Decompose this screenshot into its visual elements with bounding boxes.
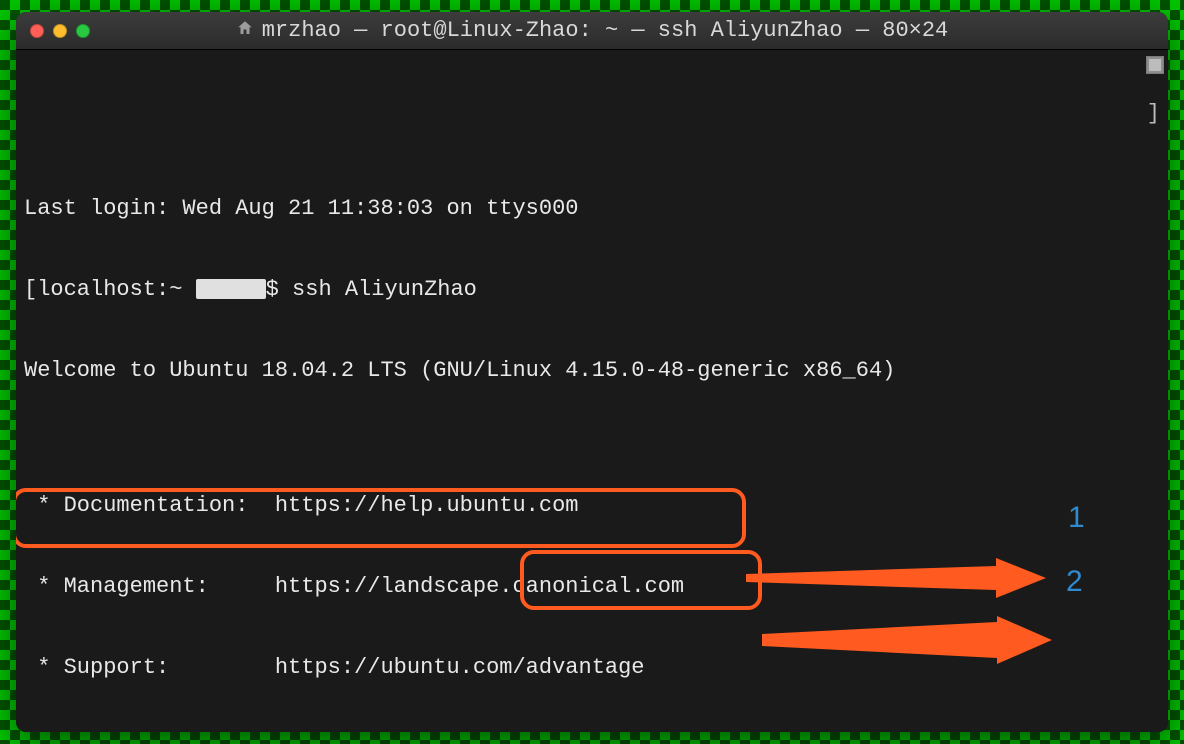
redacted-block xyxy=(196,279,266,299)
zoom-icon[interactable] xyxy=(76,24,90,38)
annotation-label-2: 2 xyxy=(1066,568,1083,595)
titlebar: mrzhao — root@Linux-Zhao: ~ — ssh Aliyun… xyxy=(16,12,1168,50)
terminal-line: * Documentation: https://help.ubuntu.com xyxy=(24,492,1160,519)
terminal-window: mrzhao — root@Linux-Zhao: ~ — ssh Aliyun… xyxy=(16,12,1168,732)
annotation-label-1: 1 xyxy=(1068,504,1085,531)
scrollbar-thumb[interactable] xyxy=(1146,56,1164,74)
terminal-line: * Management: https://landscape.canonica… xyxy=(24,573,1160,600)
prompt-host: [localhost:~ xyxy=(24,277,196,302)
terminal-line: Last login: Wed Aug 21 11:38:03 on ttys0… xyxy=(24,195,1160,222)
window-title: mrzhao — root@Linux-Zhao: ~ — ssh Aliyun… xyxy=(16,18,1168,43)
close-icon[interactable] xyxy=(30,24,44,38)
terminal-line: [localhost:~ $ ssh AliyunZhao xyxy=(24,276,1160,303)
terminal-line: * Support: https://ubuntu.com/advantage xyxy=(24,654,1160,681)
terminal-body[interactable]: ] Last login: Wed Aug 21 11:38:03 on tty… xyxy=(16,50,1168,732)
command-text: $ ssh AliyunZhao xyxy=(266,277,477,302)
scroll-marker: ] xyxy=(1147,100,1160,127)
terminal-line: Welcome to Ubuntu 18.04.2 LTS (GNU/Linux… xyxy=(24,357,1160,384)
home-icon xyxy=(236,19,254,43)
minimize-icon[interactable] xyxy=(53,24,67,38)
window-title-text: mrzhao — root@Linux-Zhao: ~ — ssh Aliyun… xyxy=(262,18,949,43)
window-controls xyxy=(30,24,90,38)
